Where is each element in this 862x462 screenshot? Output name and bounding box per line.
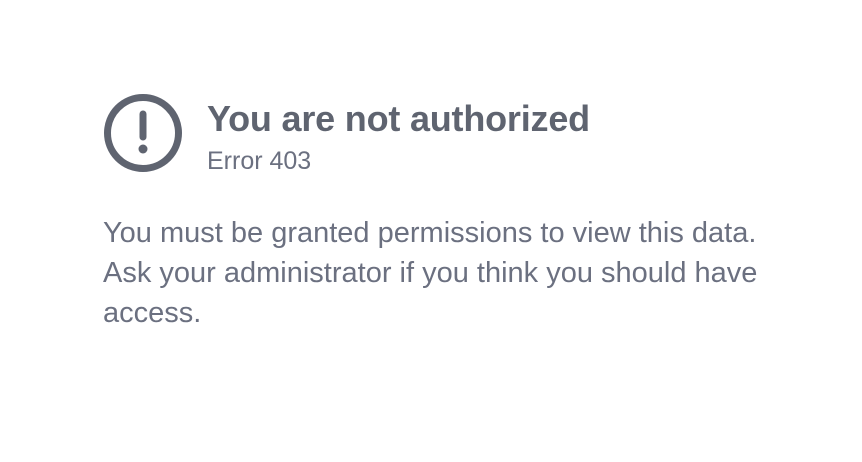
- error-message: You must be granted permissions to view …: [103, 217, 758, 329]
- error-titles: You are not authorized Error 403: [207, 93, 590, 176]
- error-title: You are not authorized: [207, 98, 590, 139]
- error-panel: You are not authorized Error 403 You mus…: [103, 93, 783, 333]
- exclamation-circle-icon: [104, 94, 182, 172]
- error-header: You are not authorized Error 403: [103, 93, 783, 175]
- error-code: Error 403: [207, 147, 312, 175]
